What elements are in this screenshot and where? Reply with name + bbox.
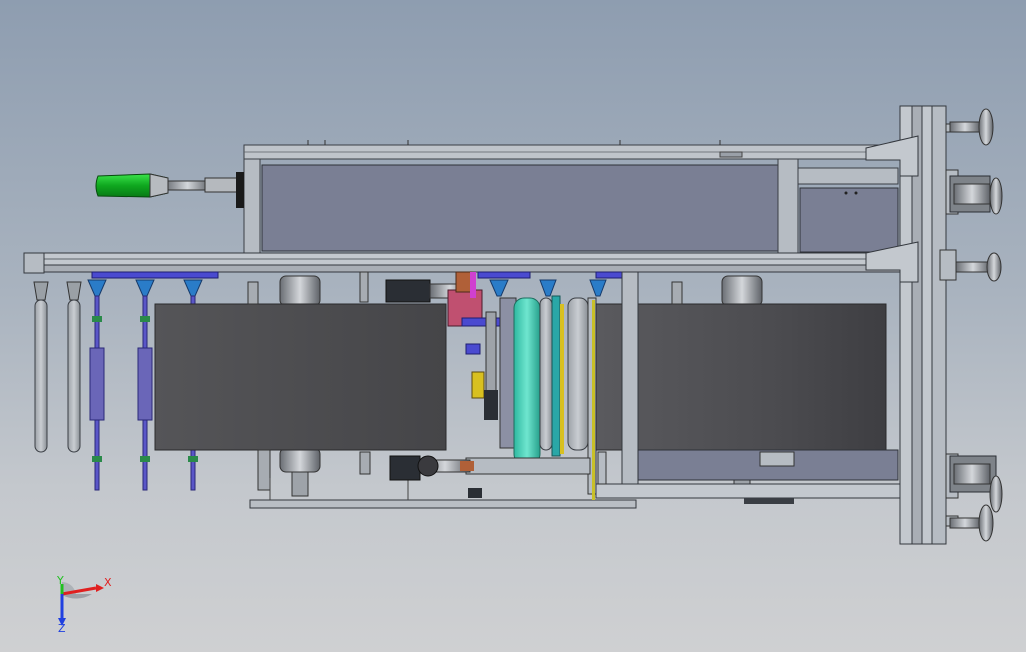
y-axis-label: Y [56, 574, 64, 587]
lever-handle[interactable] [95, 172, 244, 208]
blue-mount-plates [91, 271, 623, 279]
main-rail [23, 252, 901, 274]
axis-triad: X Y Z [56, 574, 112, 635]
left-rollers [33, 281, 82, 453]
z-axis-label: Z [58, 622, 66, 635]
upper-frame-box [243, 140, 901, 258]
x-axis-label: X [104, 576, 112, 589]
assembly-model[interactable]: X Y Z [0, 0, 1026, 652]
cad-viewport[interactable]: X Y Z [0, 0, 1026, 652]
